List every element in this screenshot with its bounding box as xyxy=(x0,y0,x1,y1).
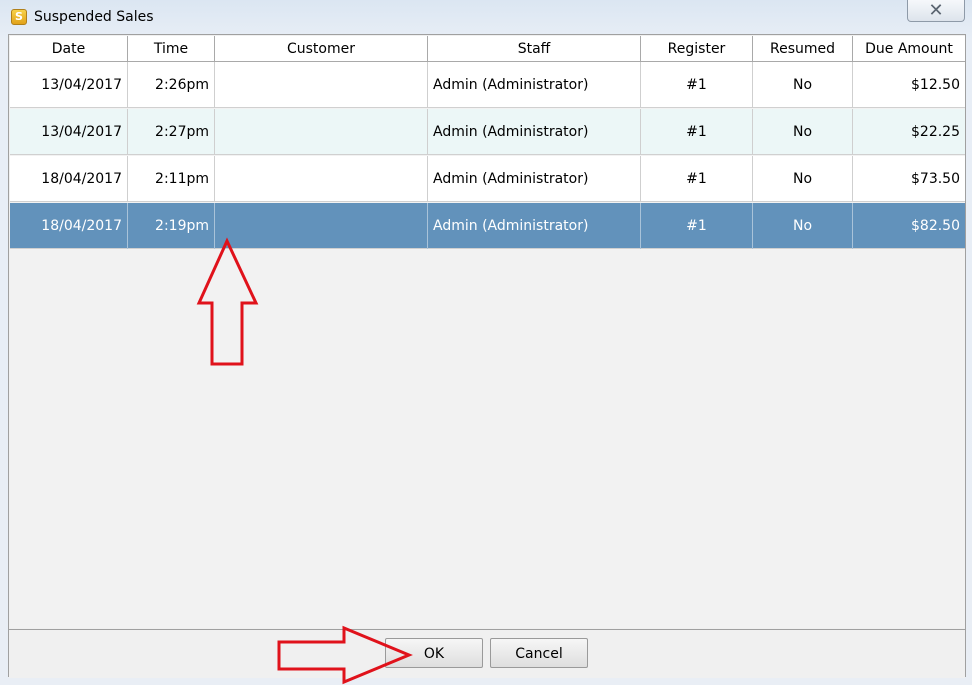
button-bar: OK Cancel xyxy=(9,629,965,678)
table-row-selected[interactable]: 18/04/2017 2:19pm Admin (Administrator) … xyxy=(10,203,965,249)
cell-register: #1 xyxy=(641,62,753,108)
column-header-customer[interactable]: Customer xyxy=(215,36,428,61)
window-title: Suspended Sales xyxy=(34,9,154,25)
column-header-staff[interactable]: Staff xyxy=(428,36,641,61)
cell-date: 13/04/2017 xyxy=(10,109,128,155)
column-header-register[interactable]: Register xyxy=(641,36,753,61)
column-header-resumed[interactable]: Resumed xyxy=(753,36,853,61)
close-button[interactable]: ✕ xyxy=(907,0,965,22)
dialog-content: Date Time Customer Staff Register Resume… xyxy=(8,34,966,678)
table-row[interactable]: 13/04/2017 2:27pm Admin (Administrator) … xyxy=(10,109,965,155)
title-bar[interactable]: S Suspended Sales ✕ xyxy=(0,0,972,34)
cell-date: 13/04/2017 xyxy=(10,62,128,108)
cell-due-amount: $73.50 xyxy=(911,171,960,187)
app-logo-icon: S xyxy=(11,9,27,25)
cell-time: 2:11pm xyxy=(128,156,215,202)
cell-staff: Admin (Administrator) xyxy=(428,156,641,202)
ok-button[interactable]: OK xyxy=(385,638,483,668)
cell-due-amount: $82.50 xyxy=(911,218,960,234)
cell-customer xyxy=(215,62,428,108)
cell-time: 2:26pm xyxy=(128,62,215,108)
cell-resumed: No xyxy=(753,109,853,155)
cell-due-amount: $22.25 xyxy=(911,124,960,140)
column-header-due-amount[interactable]: Due Amount xyxy=(853,36,965,61)
cell-staff: Admin (Administrator) xyxy=(428,109,641,155)
cell-date: 18/04/2017 xyxy=(10,203,128,249)
cell-register: #1 xyxy=(641,156,753,202)
cell-due-amount: $12.50 xyxy=(911,77,960,93)
cell-date: 18/04/2017 xyxy=(10,156,128,202)
cell-staff: Admin (Administrator) xyxy=(428,203,641,249)
cancel-button[interactable]: Cancel xyxy=(490,638,588,668)
cell-customer xyxy=(215,203,428,249)
table-row[interactable]: 18/04/2017 2:11pm Admin (Administrator) … xyxy=(10,156,965,202)
cell-customer xyxy=(215,156,428,202)
grid-header: Date Time Customer Staff Register Resume… xyxy=(10,36,965,62)
suspended-sales-window: S Suspended Sales ✕ Date Time Customer S… xyxy=(0,0,972,685)
column-header-time[interactable]: Time xyxy=(128,36,215,61)
cell-time: 2:19pm xyxy=(128,203,215,249)
cell-resumed: No xyxy=(753,203,853,249)
table-row[interactable]: 13/04/2017 2:26pm Admin (Administrator) … xyxy=(10,62,965,108)
sales-grid: Date Time Customer Staff Register Resume… xyxy=(10,36,965,628)
cell-register: #1 xyxy=(641,203,753,249)
cell-resumed: No xyxy=(753,156,853,202)
cell-staff: Admin (Administrator) xyxy=(428,62,641,108)
cell-customer xyxy=(215,109,428,155)
close-icon: ✕ xyxy=(928,0,944,21)
cell-resumed: No xyxy=(753,62,853,108)
cell-register: #1 xyxy=(641,109,753,155)
cell-time: 2:27pm xyxy=(128,109,215,155)
column-header-date[interactable]: Date xyxy=(10,36,128,61)
